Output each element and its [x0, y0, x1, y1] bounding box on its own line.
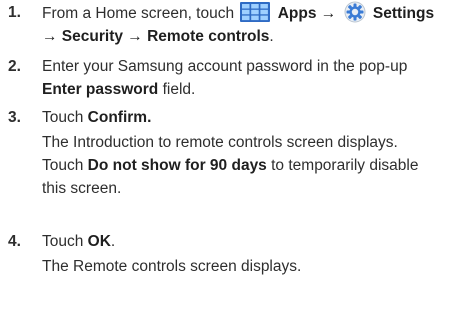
step-number: 2. [8, 58, 21, 75]
step-line: Touch Confirm. [42, 106, 467, 129]
instruction-document: 1. From a Home screen, touch Apps → Sett… [0, 0, 472, 313]
step-number: 4. [8, 233, 21, 250]
step-body: Enter your Samsung account password in t… [42, 55, 467, 101]
bold-term: Enter password [42, 81, 159, 98]
step-line: Touch OK. [42, 230, 467, 253]
step-body: Touch Confirm. The Introduction to remot… [42, 106, 467, 200]
step-text: . [269, 28, 274, 45]
step-body: Touch OK. The Remote controls screen dis… [42, 230, 467, 278]
step-text: From a Home screen, touch [42, 5, 235, 22]
step-number: 3. [8, 109, 21, 126]
step-line: From a Home screen, touch Apps → Setting… [42, 1, 467, 25]
bold-term: OK [87, 233, 111, 250]
step-line: Enter your Samsung account password in t… [42, 58, 408, 75]
step-text: field. [158, 81, 196, 98]
step-text: . [110, 233, 116, 250]
bold-term: Settings [372, 5, 435, 22]
step-body: From a Home screen, touch Apps → Setting… [42, 1, 467, 48]
gear-icon [344, 1, 366, 23]
arrow: → [320, 5, 337, 22]
step-text: Touch [42, 109, 88, 126]
step-number: 1. [8, 4, 21, 21]
bold-term: → Security → Remote controls [42, 28, 270, 45]
step-line: → Security → Remote controls. [42, 25, 467, 48]
step-text: Touch [42, 157, 88, 174]
step-line: The Remote controls screen displays. [42, 258, 302, 275]
step-text: Touch [42, 233, 88, 250]
step-line: The Introduction to remote controls scre… [42, 134, 398, 151]
bold-term: Confirm. [87, 109, 152, 126]
step-line: Enter password field. [42, 78, 467, 101]
bold-term: Do not show for 90 days [87, 157, 267, 174]
step-text: to temporarily disable [266, 157, 419, 174]
step-line: this screen. [42, 180, 122, 197]
step-line: Touch Do not show for 90 days to tempora… [42, 154, 467, 177]
apps-grid-icon [240, 2, 271, 22]
bold-term: Apps [277, 5, 317, 22]
